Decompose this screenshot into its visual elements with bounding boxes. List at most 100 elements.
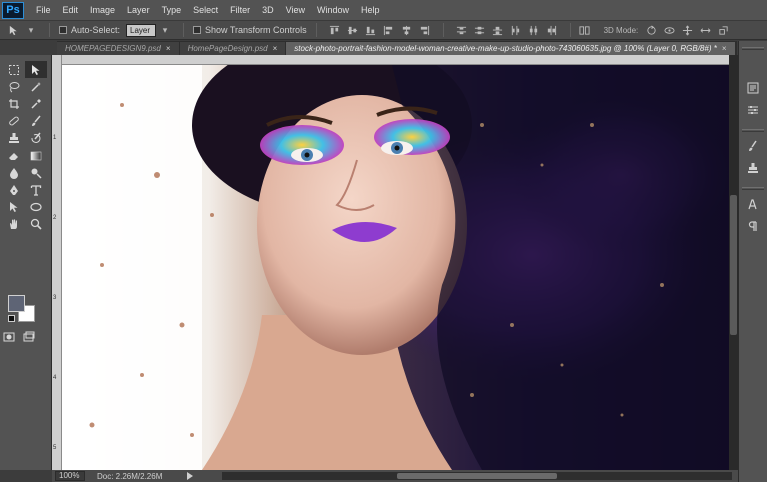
distribute-bottom-icon[interactable] xyxy=(492,24,504,36)
history-brush-tool[interactable] xyxy=(25,130,47,147)
properties-panel-icon[interactable] xyxy=(746,103,760,117)
align-bottom-edges-icon[interactable] xyxy=(365,24,377,36)
portrait-photo xyxy=(62,65,729,470)
gradient-tool[interactable] xyxy=(25,147,47,164)
character-panel-icon[interactable] xyxy=(746,197,760,211)
paragraph-panel-icon[interactable] xyxy=(746,219,760,233)
pen-tool[interactable] xyxy=(3,181,25,198)
move-tool[interactable] xyxy=(25,61,47,79)
dodge-tool[interactable] xyxy=(25,164,47,181)
3d-slide-icon[interactable] xyxy=(699,24,711,36)
align-right-edges-icon[interactable] xyxy=(419,24,431,36)
doc-size-info[interactable]: Doc: 2.26M/2.26M xyxy=(97,472,177,481)
history-panel-icon[interactable] xyxy=(746,81,760,95)
align-vertical-centers-icon[interactable] xyxy=(347,24,359,36)
align-top-edges-icon[interactable] xyxy=(329,24,341,36)
auto-align-layers-icon[interactable] xyxy=(579,24,591,36)
divider xyxy=(569,23,571,37)
magic-wand-tool[interactable] xyxy=(25,78,47,95)
auto-select-checkbox[interactable] xyxy=(59,26,67,34)
distribute-centers-icon[interactable] xyxy=(474,24,486,36)
menu-3d[interactable]: 3D xyxy=(256,0,280,20)
marquee-tool[interactable] xyxy=(3,61,25,78)
hand-tool[interactable] xyxy=(3,216,25,233)
show-transform-checkbox[interactable] xyxy=(193,26,202,34)
foreground-color-swatch[interactable] xyxy=(8,295,25,312)
distribute-left-icon[interactable] xyxy=(510,24,522,36)
horizontal-scrollbar[interactable] xyxy=(222,472,732,480)
menu-edit[interactable]: Edit xyxy=(57,0,85,20)
menu-file[interactable]: File xyxy=(30,0,57,20)
menu-layer[interactable]: Layer xyxy=(121,0,156,20)
dock-grip[interactable] xyxy=(742,187,764,190)
options-bar: ▾ Auto-Select: Layer ▾ Show Transform Co… xyxy=(0,20,767,40)
brush-tool[interactable] xyxy=(25,113,47,130)
tab-active-document[interactable]: stock-photo-portrait-fashion-model-woman… xyxy=(286,42,735,55)
menu-view[interactable]: View xyxy=(280,0,311,20)
vertical-ruler: 1 2 3 4 5 xyxy=(52,55,62,470)
menu-select[interactable]: Select xyxy=(187,0,224,20)
vertical-scroll-thumb[interactable] xyxy=(730,195,737,335)
3d-mode-label: 3D Mode: xyxy=(603,25,639,35)
panel-dock xyxy=(738,41,767,482)
close-icon[interactable]: × xyxy=(722,42,727,55)
menu-image[interactable]: Image xyxy=(84,0,121,20)
eyedropper-tool[interactable] xyxy=(25,95,47,112)
screen-mode-icon[interactable] xyxy=(23,331,35,343)
play-arrow-icon[interactable] xyxy=(187,472,193,480)
document-tab-bar: HOMEPAGEDESIGN9.psd × HomePageDesign.psd… xyxy=(57,41,737,55)
tab-homepagedesign9[interactable]: HOMEPAGEDESIGN9.psd × xyxy=(57,42,179,55)
close-icon[interactable]: × xyxy=(166,42,171,55)
tools-panel xyxy=(0,55,52,470)
menu-help[interactable]: Help xyxy=(355,0,386,20)
zoom-field[interactable]: 100% xyxy=(55,471,85,481)
distribute-top-icon[interactable] xyxy=(456,24,468,36)
tab-label: HOMEPAGEDESIGN9.psd xyxy=(65,44,161,53)
align-horizontal-centers-icon[interactable] xyxy=(401,24,413,36)
distribute-right-icon[interactable] xyxy=(546,24,558,36)
eraser-tool[interactable] xyxy=(3,147,25,164)
chevron-down-icon[interactable]: ▾ xyxy=(25,24,37,36)
clone-source-icon[interactable] xyxy=(746,161,760,175)
dropdown-arrow-icon[interactable]: ▾ xyxy=(159,24,171,36)
menu-filter[interactable]: Filter xyxy=(224,0,256,20)
crop-tool[interactable] xyxy=(3,95,25,112)
default-colors-icon[interactable] xyxy=(8,315,15,322)
lasso-tool[interactable] xyxy=(3,78,25,95)
tab-label: HomePageDesign.psd xyxy=(187,44,268,53)
align-left-edges-icon[interactable] xyxy=(383,24,395,36)
healing-brush-tool[interactable] xyxy=(3,113,25,130)
close-icon[interactable]: × xyxy=(273,42,278,55)
clone-stamp-tool[interactable] xyxy=(3,130,25,147)
distribute-horizontal-icon[interactable] xyxy=(528,24,540,36)
path-selection-tool[interactable] xyxy=(3,199,25,216)
document-canvas[interactable] xyxy=(62,65,729,470)
ellipse-tool[interactable] xyxy=(25,199,47,216)
divider xyxy=(442,23,444,37)
color-swatches[interactable] xyxy=(8,295,38,325)
zoom-tool[interactable] xyxy=(25,216,47,233)
horizontal-scroll-thumb[interactable] xyxy=(397,473,557,479)
3d-rotate-icon[interactable] xyxy=(645,24,657,36)
move-tool-preset-icon[interactable] xyxy=(7,24,19,36)
auto-select-dropdown[interactable]: Layer xyxy=(126,23,157,37)
quick-mask-icon[interactable] xyxy=(3,331,15,343)
dock-grip[interactable] xyxy=(742,47,764,50)
menu-bar: Ps File Edit Image Layer Type Select Fil… xyxy=(0,0,767,20)
ruler-mark: 3 xyxy=(53,295,57,301)
vertical-scrollbar[interactable] xyxy=(729,55,738,470)
type-tool[interactable] xyxy=(25,181,47,198)
3d-scale-icon[interactable] xyxy=(717,24,729,36)
3d-drag-icon[interactable] xyxy=(681,24,693,36)
menu-window[interactable]: Window xyxy=(311,0,355,20)
tab-label: stock-photo-portrait-fashion-model-woman… xyxy=(294,44,717,53)
auto-select-label: Auto-Select: xyxy=(71,25,121,35)
blur-tool[interactable] xyxy=(3,164,25,181)
divider xyxy=(183,23,185,37)
3d-roll-icon[interactable] xyxy=(663,24,675,36)
dock-grip[interactable] xyxy=(742,129,764,132)
menu-type[interactable]: Type xyxy=(156,0,188,20)
tab-homepagedesign[interactable]: HomePageDesign.psd × xyxy=(179,42,286,55)
brush-presets-icon[interactable] xyxy=(746,139,760,153)
divider xyxy=(315,23,317,37)
